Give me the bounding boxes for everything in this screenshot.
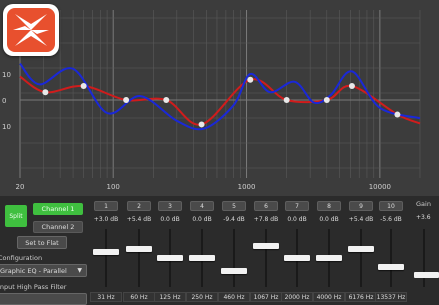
app-logo-icon [3,4,59,56]
band-10-slider-track[interactable] [390,229,392,287]
eq-band-point [163,97,170,103]
band-4-frequency[interactable]: 250 Hz [186,292,218,302]
band-4-number[interactable]: 4 [190,201,214,211]
configuration-value: Graphic EQ - Parallel [0,266,67,275]
band-3-number[interactable]: 3 [158,201,182,211]
band-4-slider-handle[interactable] [189,255,215,261]
gain-value: +3.6 [416,214,431,221]
band-3-slider-handle[interactable] [157,255,183,261]
x-tick-label: 10000 [369,183,391,191]
band-5-number[interactable]: 5 [222,201,246,211]
eq-band-point [123,97,130,103]
eq-graph-panel[interactable]: 10 0 10 20 100 1000 10000 [0,0,439,196]
y-tick-label: 10 [2,71,11,79]
band-9-slider-track[interactable] [360,229,362,287]
band-1-gain: +3.0 dB [93,216,119,223]
band-8-slider-handle[interactable] [316,255,342,261]
band-7-slider-handle[interactable] [284,255,310,261]
channel-2-button[interactable]: Channel 2 [33,221,83,233]
eq-band-point [198,121,205,128]
eq-graph[interactable]: 1001020 100 1000 10000 [0,0,439,196]
band-5-gain: -9.4 dB [223,216,245,223]
band-9-frequency[interactable]: 6176 Hz [345,292,377,302]
x-tick-label: 1000 [238,183,256,191]
band-7-frequency[interactable]: 2000 Hz [281,292,313,302]
eq-band-point [80,82,87,89]
starburst-icon [13,14,49,46]
band-8-gain: 0.0 dB [319,216,339,223]
band-6-number[interactable]: 6 [254,201,278,211]
band-7-gain: 0.0 dB [287,216,307,223]
y-tick-label: 0 [2,97,6,105]
configuration-label: Configuration [0,254,43,262]
band-10-number[interactable]: 10 [379,201,403,211]
band-5-frequency[interactable]: 460 Hz [218,292,250,302]
band-4-gain: 0.0 dB [192,216,212,223]
band-6-gain: +7.8 dB [253,216,279,223]
gain-slider-track[interactable] [423,229,425,287]
band-8-frequency[interactable]: 4000 Hz [313,292,345,302]
chevron-down-icon: ▼ [77,267,82,274]
band-10-gain: -5.6 dB [380,216,402,223]
hpf-select[interactable] [0,293,87,305]
band-1-slider-handle[interactable] [93,248,119,255]
y-tick-label: 10 [2,123,11,131]
band-3-gain: 0.0 dB [160,216,180,223]
band-2-gain: +5.4 dB [126,216,152,223]
eq-band-point [247,76,254,83]
band-8-number[interactable]: 8 [317,201,341,211]
band-1-number[interactable]: 1 [94,201,118,211]
split-button[interactable]: Split [5,205,27,227]
band-2-number[interactable]: 2 [127,201,151,211]
band-9-number[interactable]: 9 [349,201,373,211]
channel-1-button[interactable]: Channel 1 [33,203,83,215]
hpf-label: Input High Pass Filter [0,283,67,291]
band-1-frequency[interactable]: 31 Hz [90,292,122,302]
band-9-gain: +5.4 dB [348,216,374,223]
band-1-slider-track[interactable] [105,229,107,287]
band-3-frequency[interactable]: 125 Hz [154,292,186,302]
gain-slider-handle[interactable] [414,272,439,278]
set-to-flat-button[interactable]: Set to Flat [17,236,67,249]
x-tick-label: 100 [107,183,120,191]
band-5-slider-handle[interactable] [221,268,247,274]
band-6-slider-handle[interactable] [253,243,279,250]
eq-band-point [283,97,290,103]
band-5-slider-track[interactable] [233,229,235,287]
eq-band-point [348,82,355,89]
x-tick-label: 20 [16,183,25,191]
band-10-frequency[interactable]: 13537 Hz [375,292,407,302]
band-6-slider-track[interactable] [265,229,267,287]
band-7-number[interactable]: 7 [285,201,309,211]
eq-band-point [394,111,401,118]
band-2-slider-track[interactable] [138,229,140,287]
app-logo-background [7,8,55,52]
band-9-slider-handle[interactable] [348,245,374,252]
band-6-frequency[interactable]: 1067 Hz [250,292,282,302]
eq-band-point [42,89,49,96]
band-2-frequency[interactable]: 60 Hz [123,292,155,302]
gain-label: Gain [416,200,431,208]
eq-band-point [323,97,330,103]
configuration-select[interactable]: Graphic EQ - Parallel ▼ [0,264,87,277]
band-10-slider-handle[interactable] [378,263,404,270]
band-2-slider-handle[interactable] [126,245,152,252]
